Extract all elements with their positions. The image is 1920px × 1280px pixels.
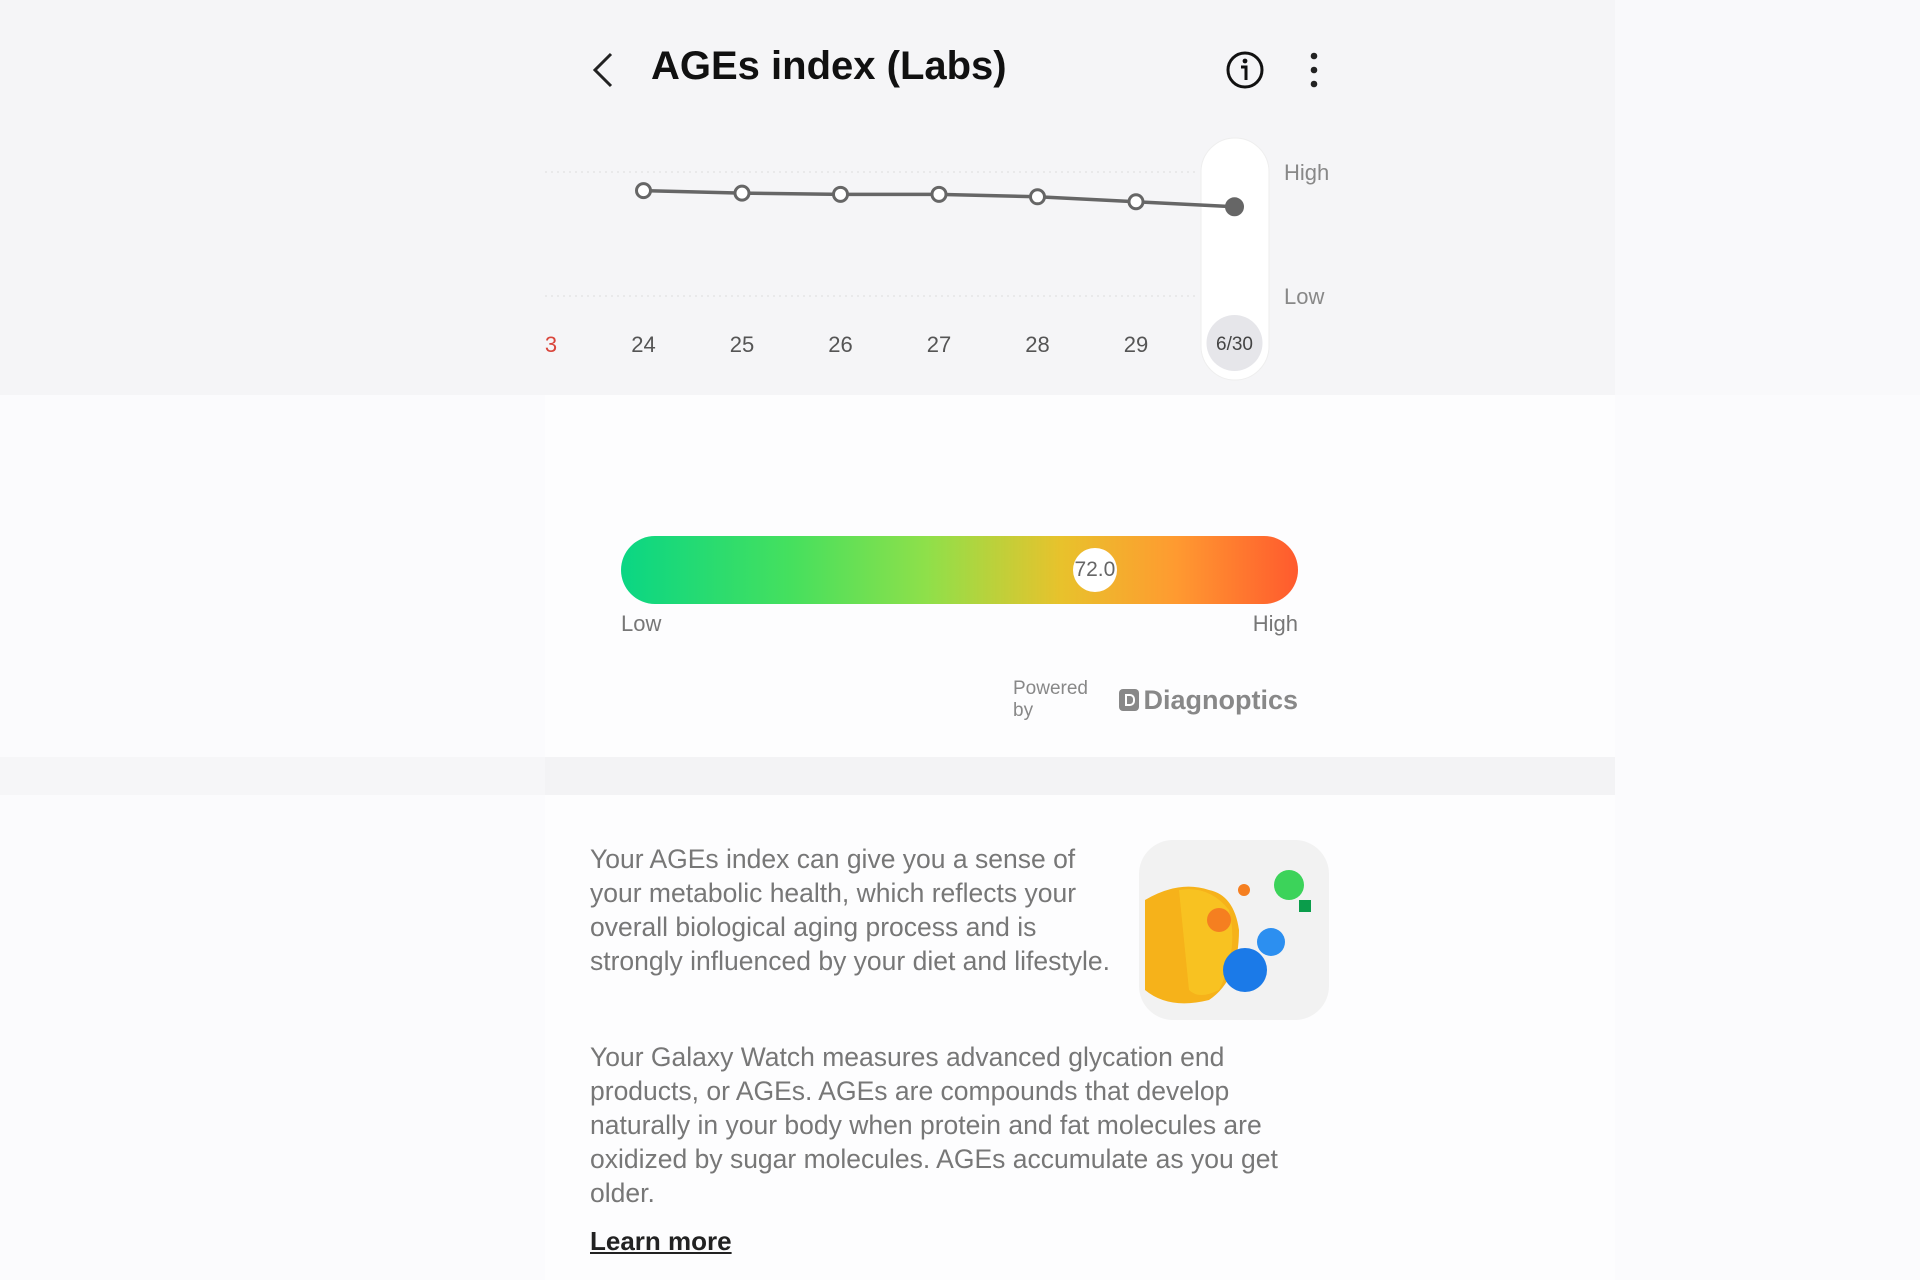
page-title: AGEs index (Labs) — [651, 44, 1007, 88]
more-vertical-icon — [1310, 52, 1318, 88]
x-tick-label[interactable]: 27 — [927, 332, 951, 357]
info-button[interactable] — [1225, 50, 1265, 90]
data-point — [635, 182, 652, 200]
x-tick-label[interactable]: 24 — [631, 332, 655, 357]
info-icon — [1226, 51, 1264, 89]
data-point — [832, 185, 849, 203]
gauge-low-label: Low — [621, 611, 662, 636]
ages-trend-chart: High Low 3 24 25 26 27 28 29 6/30 — [545, 137, 1329, 381]
gauge-bar: 72.0 — [621, 536, 1298, 604]
data-point — [1225, 197, 1244, 217]
powered-by-label: Powered by — [1013, 678, 1088, 721]
x-tick-label[interactable]: 28 — [1025, 332, 1049, 357]
x-tick-label[interactable]: 25 — [730, 332, 754, 357]
data-point — [930, 185, 948, 203]
background — [1615, 0, 1920, 395]
description-paragraph: Your AGEs index can give you a sense of … — [590, 844, 1110, 976]
x-tick-label[interactable]: 3 — [545, 332, 557, 357]
back-button[interactable] — [591, 50, 617, 90]
diagnoptics-logo-icon — [1118, 689, 1140, 711]
gauge-high-label: High — [1252, 611, 1298, 636]
data-point — [1029, 188, 1046, 206]
divider — [545, 757, 1615, 795]
x-tick-label[interactable]: 26 — [828, 332, 852, 357]
ages-illustration — [1139, 840, 1329, 1020]
powered-by: Powered by Diagnoptics — [1013, 678, 1298, 722]
description-paragraph: Your Galaxy Watch measures advanced glyc… — [590, 1042, 1278, 1208]
background — [0, 0, 545, 395]
learn-more-link[interactable]: Learn more — [590, 1226, 732, 1257]
y-label-high: High — [1284, 160, 1329, 185]
data-point — [1127, 193, 1145, 211]
x-tick-label[interactable]: 6/30 — [1216, 334, 1253, 355]
data-point — [733, 184, 751, 202]
more-options-button[interactable] — [1302, 50, 1326, 90]
background — [0, 757, 545, 795]
chevron-left-icon — [592, 52, 613, 88]
app-screen: AGEs index (Labs) High Low 3 24 25 26 27 28 29 6/… — [545, 0, 1615, 1280]
powered-by-brand: Diagnoptics — [1143, 684, 1298, 715]
x-tick-label[interactable]: 29 — [1124, 332, 1148, 357]
gauge-marker: 72.0 — [1072, 548, 1117, 592]
y-label-low: Low — [1284, 284, 1324, 309]
gauge-value: 72.0 — [1074, 558, 1116, 581]
